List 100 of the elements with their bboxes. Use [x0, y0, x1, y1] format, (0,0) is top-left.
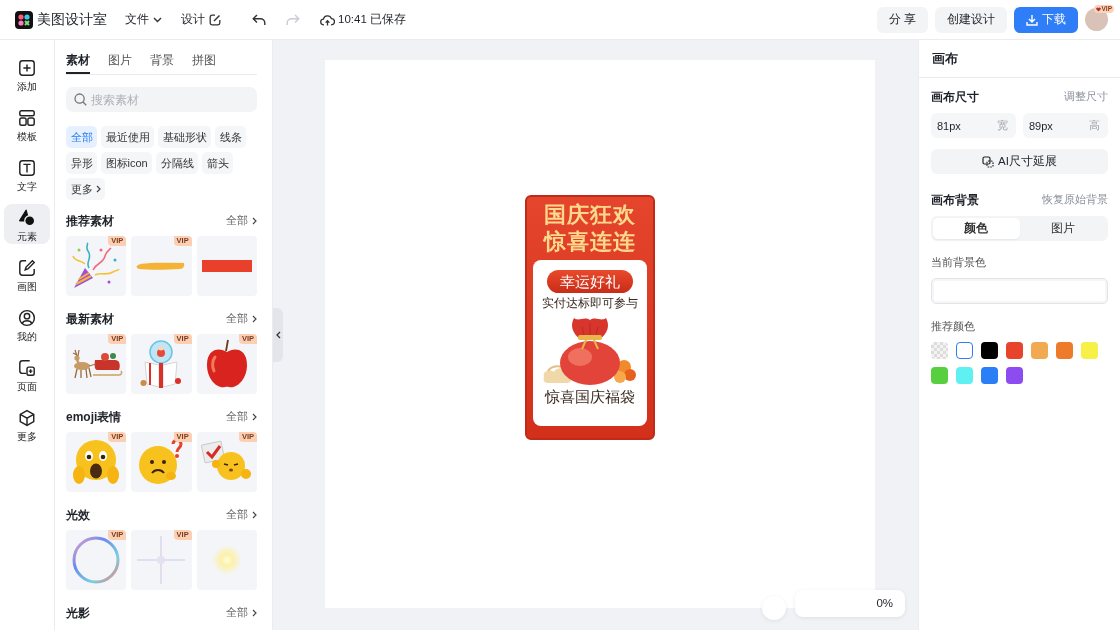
filter-chip[interactable]: 箭头 — [202, 152, 234, 174]
poster-title: 国庆狂欢 — [544, 201, 636, 228]
color-swatch-icon[interactable] — [1006, 367, 1023, 384]
field-label: 推荐颜色 — [931, 319, 976, 334]
text-icon — [18, 159, 36, 177]
filter-chip[interactable]: 分隔线 — [156, 152, 199, 174]
filter-chip[interactable]: 图标icon — [101, 152, 153, 174]
see-all-link[interactable]: 全部 — [226, 508, 257, 522]
color-swatch-icon[interactable] — [1031, 342, 1048, 359]
asset-tile[interactable] — [196, 530, 257, 590]
sidebar-item[interactable]: 文字 — [4, 154, 50, 194]
layout-icon — [18, 109, 36, 127]
section-title: emoji表情 — [66, 408, 122, 426]
filter-chip[interactable]: 线条 — [215, 126, 246, 148]
color-swatch-icon[interactable] — [981, 367, 998, 384]
panel-title: 画布 — [919, 40, 1120, 78]
collapse-handle[interactable] — [273, 308, 283, 362]
sidebar-item[interactable]: 画图 — [4, 254, 50, 294]
color-swatch-icon[interactable] — [956, 367, 973, 384]
resize-link[interactable]: 调整尺寸 — [1064, 90, 1108, 104]
logo-text: 美图设计室 — [37, 10, 107, 29]
save-status: 10:41 已保存 — [338, 12, 406, 27]
gift-box-icon — [140, 339, 183, 389]
poster-frame[interactable]: 国庆狂欢 惊喜连连 幸运好礼 实付达标即可参与 惊喜国庆福袋 — [525, 195, 655, 440]
segment-tab[interactable]: 颜色 — [933, 218, 1020, 239]
search-field[interactable]: 搜索素材 — [66, 87, 257, 112]
section-title: 画布背景 — [931, 191, 979, 209]
filter-chip[interactable]: 全部 — [66, 126, 97, 148]
scared-face-icon — [71, 437, 122, 487]
download-button[interactable]: 下载 — [1014, 6, 1078, 33]
ribbon-label: 幸运好礼 — [547, 270, 633, 293]
chevron-right-icon — [252, 511, 257, 519]
color-swatch-icon[interactable] — [956, 342, 973, 359]
sidebar-item[interactable]: 我的 — [4, 304, 50, 344]
undo-icon[interactable] — [252, 13, 266, 26]
menu-button[interactable]: 文件 — [125, 11, 162, 28]
cloud-icon — [320, 13, 335, 26]
expand-icon — [982, 155, 995, 168]
zoom-control[interactable]: 0% — [795, 590, 905, 617]
chevron-left-icon — [275, 331, 281, 339]
section-title: 推荐素材 — [66, 212, 114, 230]
glow-icon — [211, 545, 242, 575]
apple-icon — [204, 339, 249, 389]
shapes-icon — [18, 209, 36, 227]
heart-icon — [1095, 6, 1101, 12]
color-swatch-icon[interactable] — [981, 342, 998, 359]
chevron-right-icon — [252, 609, 257, 617]
logo-icon[interactable] — [15, 10, 33, 29]
toolbar-button[interactable]: 创建设计 — [935, 6, 1007, 33]
sidebar-item[interactable]: 页面 — [4, 354, 50, 394]
color-swatch-icon[interactable] — [1006, 342, 1023, 359]
sidebar-item[interactable]: 元素 — [4, 204, 50, 244]
download-icon — [1026, 13, 1038, 26]
filter-chip[interactable]: 基础形状 — [158, 126, 211, 148]
cube-icon — [18, 409, 36, 427]
poster-caption: 惊喜国庆福袋 — [545, 388, 635, 406]
search-icon — [74, 93, 87, 106]
see-all-link[interactable]: 全部 — [226, 410, 257, 424]
sidebar-item[interactable]: 模板 — [4, 104, 50, 144]
color-swatch-icon[interactable] — [1056, 342, 1073, 359]
pencil-square-icon — [18, 259, 36, 277]
chevron-right-icon — [252, 315, 257, 323]
more-filter[interactable]: 更多 — [66, 178, 105, 200]
segment-tab[interactable]: 图片 — [1019, 218, 1106, 239]
section-title: 光效 — [66, 506, 90, 524]
rectangle-shape-icon — [201, 260, 252, 272]
menu-button[interactable]: 设计 — [181, 11, 221, 28]
color-field[interactable] — [931, 278, 1108, 304]
edit-icon — [209, 13, 221, 26]
transparent-swatch-icon[interactable] — [931, 342, 948, 359]
see-all-link[interactable]: 全部 — [226, 312, 257, 326]
ai-resize-button[interactable]: AI尺寸延展 — [931, 149, 1108, 174]
section-title: 最新素材 — [66, 310, 114, 328]
page-add-icon — [18, 359, 36, 377]
plus-square-icon — [18, 59, 36, 77]
chevron-right-icon — [252, 413, 257, 421]
section-title: 光影 — [66, 604, 90, 622]
unit-label: 高 — [1089, 119, 1100, 132]
chevron-down-icon — [153, 16, 162, 23]
sidebar-item[interactable]: 添加 — [4, 54, 50, 94]
color-swatch-icon[interactable] — [1081, 342, 1098, 359]
sidebar-item[interactable]: 更多 — [4, 404, 50, 444]
color-swatch-icon[interactable] — [931, 367, 948, 384]
see-all-link[interactable]: 全部 — [226, 606, 257, 620]
toolbar-button[interactable]: 分 享 — [876, 6, 928, 33]
panel-tab[interactable]: 背景 — [150, 52, 174, 74]
sparkle-icon — [136, 535, 187, 585]
poster-subtitle: 实付达标即可参与 — [542, 296, 638, 311]
filter-chip[interactable]: 异形 — [66, 152, 97, 174]
section-title: 画布尺寸 — [931, 88, 979, 106]
reset-background-link[interactable]: 恢复原始背景 — [1042, 193, 1108, 207]
filter-chip[interactable]: 最近使用 — [101, 126, 154, 148]
panel-tab[interactable]: 拼图 — [192, 52, 216, 74]
panel-tab[interactable]: 素材 — [66, 52, 90, 74]
panel-tab[interactable]: 图片 — [108, 52, 132, 74]
bubble-ring-icon — [71, 535, 122, 585]
poster-title: 惊喜连连 — [544, 228, 636, 255]
brush-stroke-icon — [136, 261, 187, 271]
see-all-link[interactable]: 全部 — [226, 214, 257, 228]
asset-tile[interactable] — [196, 236, 257, 296]
